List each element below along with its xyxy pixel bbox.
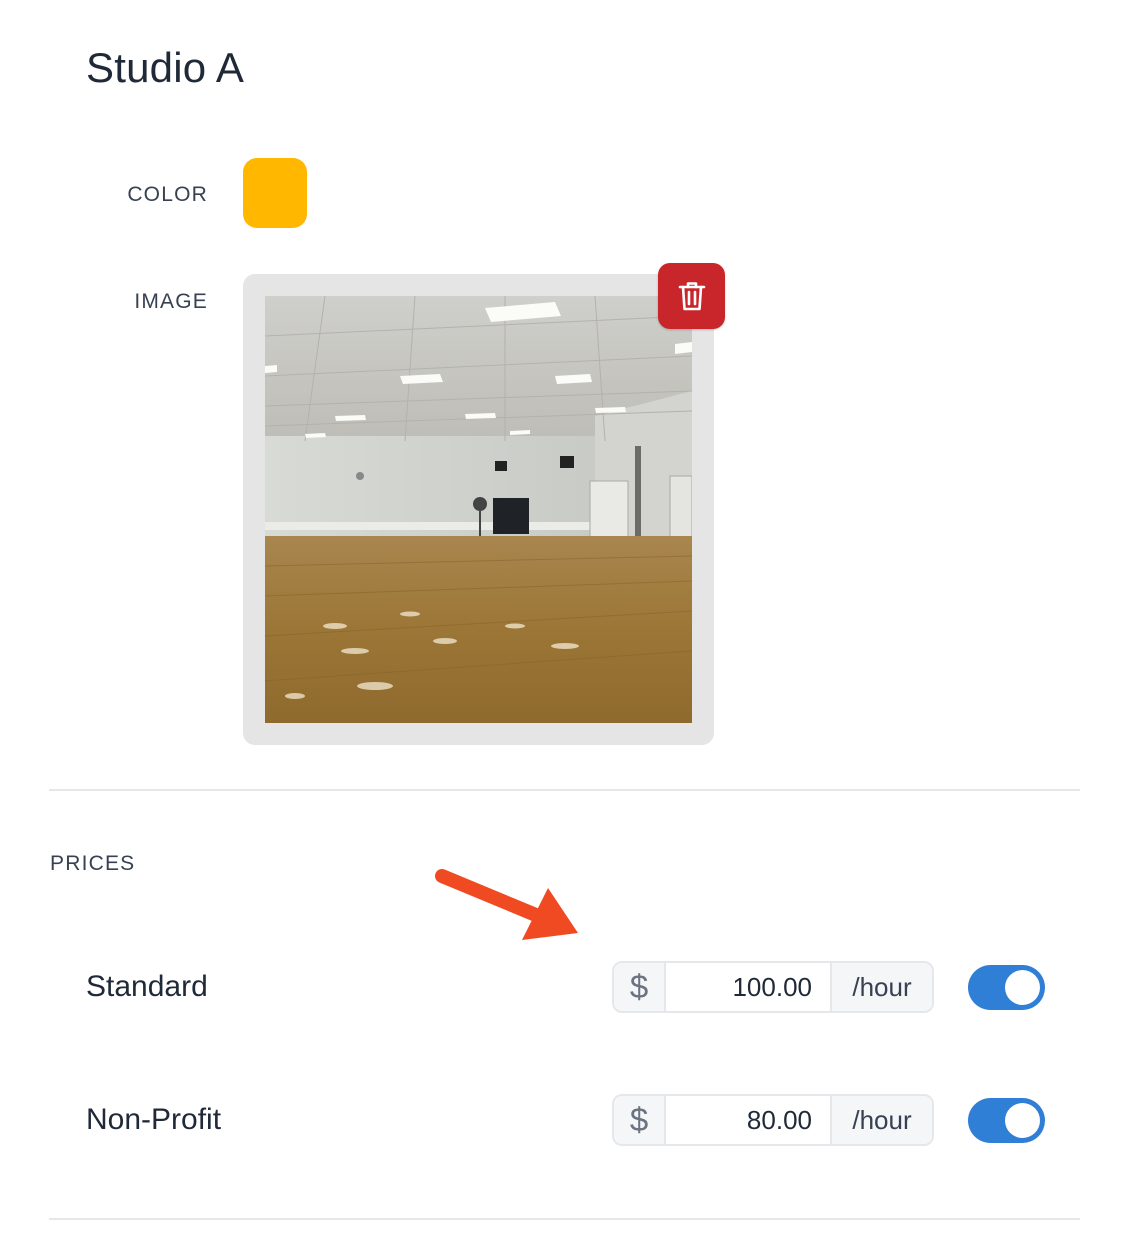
unit-suffix-non-profit: /hour: [832, 1096, 932, 1144]
toggle-knob: [1005, 1103, 1040, 1138]
price-input-standard[interactable]: [666, 963, 832, 1011]
toggle-non-profit[interactable]: [968, 1098, 1045, 1143]
unit-suffix-standard: /hour: [832, 963, 932, 1011]
price-input-non-profit[interactable]: [666, 1096, 832, 1144]
prices-section-label: PRICES: [50, 852, 136, 875]
price-input-group-non-profit: $ /hour: [612, 1094, 934, 1146]
price-row-label-standard: Standard: [86, 970, 208, 1003]
delete-image-button[interactable]: [658, 263, 725, 329]
color-swatch[interactable]: [243, 158, 307, 228]
studio-photo: [265, 296, 692, 723]
trash-icon: [678, 282, 705, 311]
annotation-arrow: [435, 869, 578, 940]
divider-top: [49, 789, 1080, 791]
dollar-icon: $: [614, 963, 666, 1011]
price-input-group-standard: $ /hour: [612, 961, 934, 1013]
image-frame: [243, 274, 714, 745]
toggle-knob: [1005, 970, 1040, 1005]
dollar-icon: $: [614, 1096, 666, 1144]
toggle-standard[interactable]: [968, 965, 1045, 1010]
page-title: Studio A: [86, 44, 245, 91]
price-row-label-non-profit: Non-Profit: [86, 1103, 222, 1136]
divider-bottom: [49, 1218, 1080, 1220]
image-label: IMAGE: [134, 290, 208, 313]
color-label: COLOR: [127, 183, 208, 206]
